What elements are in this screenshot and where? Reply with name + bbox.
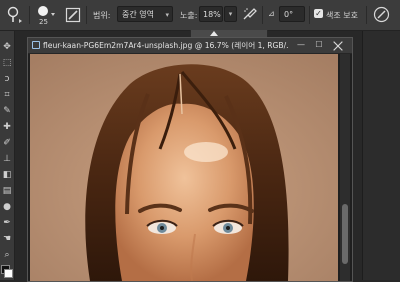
range-label: 범위: [93,11,111,20]
vertical-scrollbar[interactable] [340,54,350,281]
gradient-tool-icon[interactable]: ▤ [1,185,13,198]
document-icon [32,41,40,49]
minimize-button[interactable]: — [294,39,308,51]
document-title: fleur-kaan-PG6Em2m7Ar4-unsplash.jpg @ 16… [43,41,288,50]
zoom-tool-icon[interactable]: ⌕ [1,249,13,262]
scrollbar-thumb[interactable] [342,204,348,264]
angle-icon: ⊿ [268,9,275,18]
dodge-tool-icon[interactable]: ● [1,201,13,214]
exposure-value: 18% [203,10,221,19]
pressure-size-icon[interactable] [373,6,390,23]
range-select-value: 중간 영역 [122,10,154,19]
angle-value: 0° [284,10,294,19]
right-panel [362,31,400,280]
portrait-photo [30,54,338,281]
range-select[interactable]: 중간 영역 ▾ [117,6,173,22]
marquee-tool-icon[interactable]: ⬚ [1,57,13,70]
exposure-label: 노출: [180,11,198,20]
move-tool-icon[interactable]: ✥ [1,41,13,54]
brush-tool-icon[interactable]: ✐ [1,137,13,150]
protect-tones-label: 색조 보호 [326,11,358,20]
options-bar: 25 범위: 중간 영역 ▾ 노출: 18% ▾ ⊿ 0° ✓ 색조 보호 [0,0,400,31]
crop-tool-icon[interactable]: ⌗ [1,89,13,102]
pen-tool-icon[interactable]: ✒ [1,217,13,230]
eraser-tool-icon[interactable]: ◧ [1,169,13,182]
image-canvas[interactable] [30,54,338,281]
angle-input[interactable]: 0° [279,6,305,22]
healing-tool-icon[interactable]: ✚ [1,121,13,134]
document-window: fleur-kaan-PG6Em2m7Ar4-unsplash.jpg @ 16… [27,37,353,282]
maximize-button[interactable]: ☐ [312,39,326,51]
clone-tool-icon[interactable]: ⊥ [1,153,13,166]
brush-preset-icon[interactable]: 25 [35,3,57,27]
brush-settings-icon[interactable] [65,7,81,23]
exposure-input[interactable]: 18% [199,6,223,22]
airbrush-icon[interactable] [242,6,258,22]
background-color-swatch[interactable] [4,269,13,278]
exposure-slider-toggle[interactable]: ▾ [224,6,237,22]
exposure-slider-thumb[interactable] [210,31,218,36]
hand-tool-icon[interactable]: ☚ [1,233,13,246]
close-icon[interactable] [331,40,345,52]
chevron-down-icon: ▾ [165,11,169,19]
tools-panel: ✥ ⬚ ↄ ⌗ ✎ ✚ ✐ ⊥ ◧ ▤ ● ✒ ☚ ⌕ [0,31,15,280]
protect-tones-checkbox[interactable]: ✓ [314,9,323,18]
document-tab[interactable]: fleur-kaan-PG6Em2m7Ar4-unsplash.jpg @ 16… [28,38,352,54]
dodge-tool-icon[interactable] [4,5,24,25]
lasso-tool-icon[interactable]: ↄ [1,73,13,86]
chevron-down-icon: ▾ [228,10,233,18]
svg-text:25: 25 [39,18,48,26]
eyedropper-tool-icon[interactable]: ✎ [1,105,13,118]
